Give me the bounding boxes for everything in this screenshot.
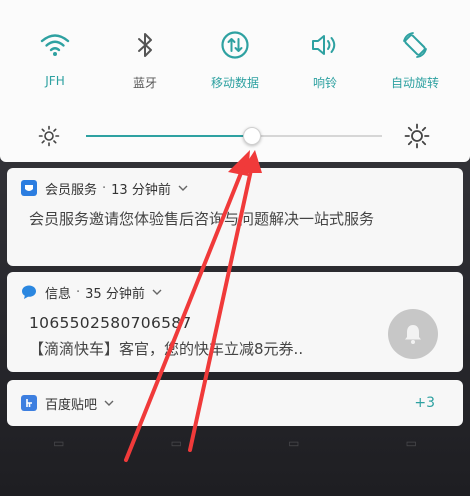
notification-app-name: 百度贴吧 xyxy=(45,397,98,413)
notification-body: 【滴滴快车】客官，您的快车立减8元券.. xyxy=(29,340,304,358)
notification-time: 35 分钟前 xyxy=(85,286,145,302)
tile-bluetooth[interactable]: 蓝牙 xyxy=(105,28,185,98)
notification-header: 会员服务 · 13 分钟前 xyxy=(21,178,189,198)
tile-label-wifi: JFH xyxy=(45,74,65,88)
tile-mobile-data[interactable]: 移动数据 xyxy=(195,28,275,98)
tile-auto-rotate[interactable]: 自动旋转 xyxy=(375,28,455,98)
message-sender: 1065502580706587 xyxy=(29,314,192,332)
brightness-high-icon xyxy=(404,123,430,149)
brightness-slider-fill xyxy=(86,135,252,137)
more-notifications-count[interactable]: +3 xyxy=(414,395,435,411)
chevron-down-icon[interactable] xyxy=(177,182,189,194)
message-bubble-icon xyxy=(21,284,37,300)
brightness-slider-thumb[interactable] xyxy=(242,127,261,145)
brightness-slider[interactable] xyxy=(86,127,382,145)
notification-app-name: 会员服务 xyxy=(45,182,98,198)
chevron-down-icon[interactable] xyxy=(151,286,163,298)
baidu-tieba-app-icon xyxy=(21,395,37,411)
tile-label-ring: 响铃 xyxy=(312,76,337,90)
brightness-row xyxy=(0,118,470,158)
mobile-data-icon xyxy=(218,28,252,62)
bell-icon xyxy=(405,325,421,344)
tile-ring[interactable]: 响铃 xyxy=(285,28,365,98)
notification-messages[interactable]: 信息 · 35 分钟前 1065502580706587 【滴滴快车】客官，您的… xyxy=(7,272,463,372)
notification-time: 13 分钟前 xyxy=(111,182,171,198)
chevron-down-icon[interactable] xyxy=(103,397,115,409)
brightness-low-icon xyxy=(38,125,60,147)
tile-label-auto-rotate: 自动旋转 xyxy=(390,76,439,90)
member-service-app-icon xyxy=(21,180,37,196)
quick-settings-panel: JFH 蓝牙 移动数据 响铃 自动旋转 xyxy=(0,0,470,162)
tile-label-mobile-data: 移动数据 xyxy=(210,76,259,90)
bluetooth-icon xyxy=(128,28,162,62)
notification-bell-button[interactable] xyxy=(388,309,438,359)
notification-body: 会员服务邀请您体验售后咨询与问题解决一站式服务 xyxy=(29,210,375,228)
wifi-icon xyxy=(38,28,72,62)
notification-app-name: 信息 xyxy=(45,286,72,302)
home-dock-blurred: ▭ ▭ ▭ ▭ xyxy=(53,436,417,450)
tile-label-bluetooth: 蓝牙 xyxy=(132,76,157,90)
notification-header: 信息 · 35 分钟前 xyxy=(21,282,163,302)
tile-wifi[interactable]: JFH xyxy=(15,28,95,98)
quick-settings-tiles: JFH 蓝牙 移动数据 响铃 自动旋转 xyxy=(0,28,470,98)
notification-member-service[interactable]: 会员服务 · 13 分钟前 会员服务邀请您体验售后咨询与问题解决一站式服务 xyxy=(7,168,463,266)
auto-rotate-icon xyxy=(398,28,432,62)
notification-header: 百度贴吧 xyxy=(21,393,115,413)
ring-volume-icon xyxy=(308,28,342,62)
notification-baidu-tieba[interactable]: 百度贴吧 +3 xyxy=(7,380,463,426)
